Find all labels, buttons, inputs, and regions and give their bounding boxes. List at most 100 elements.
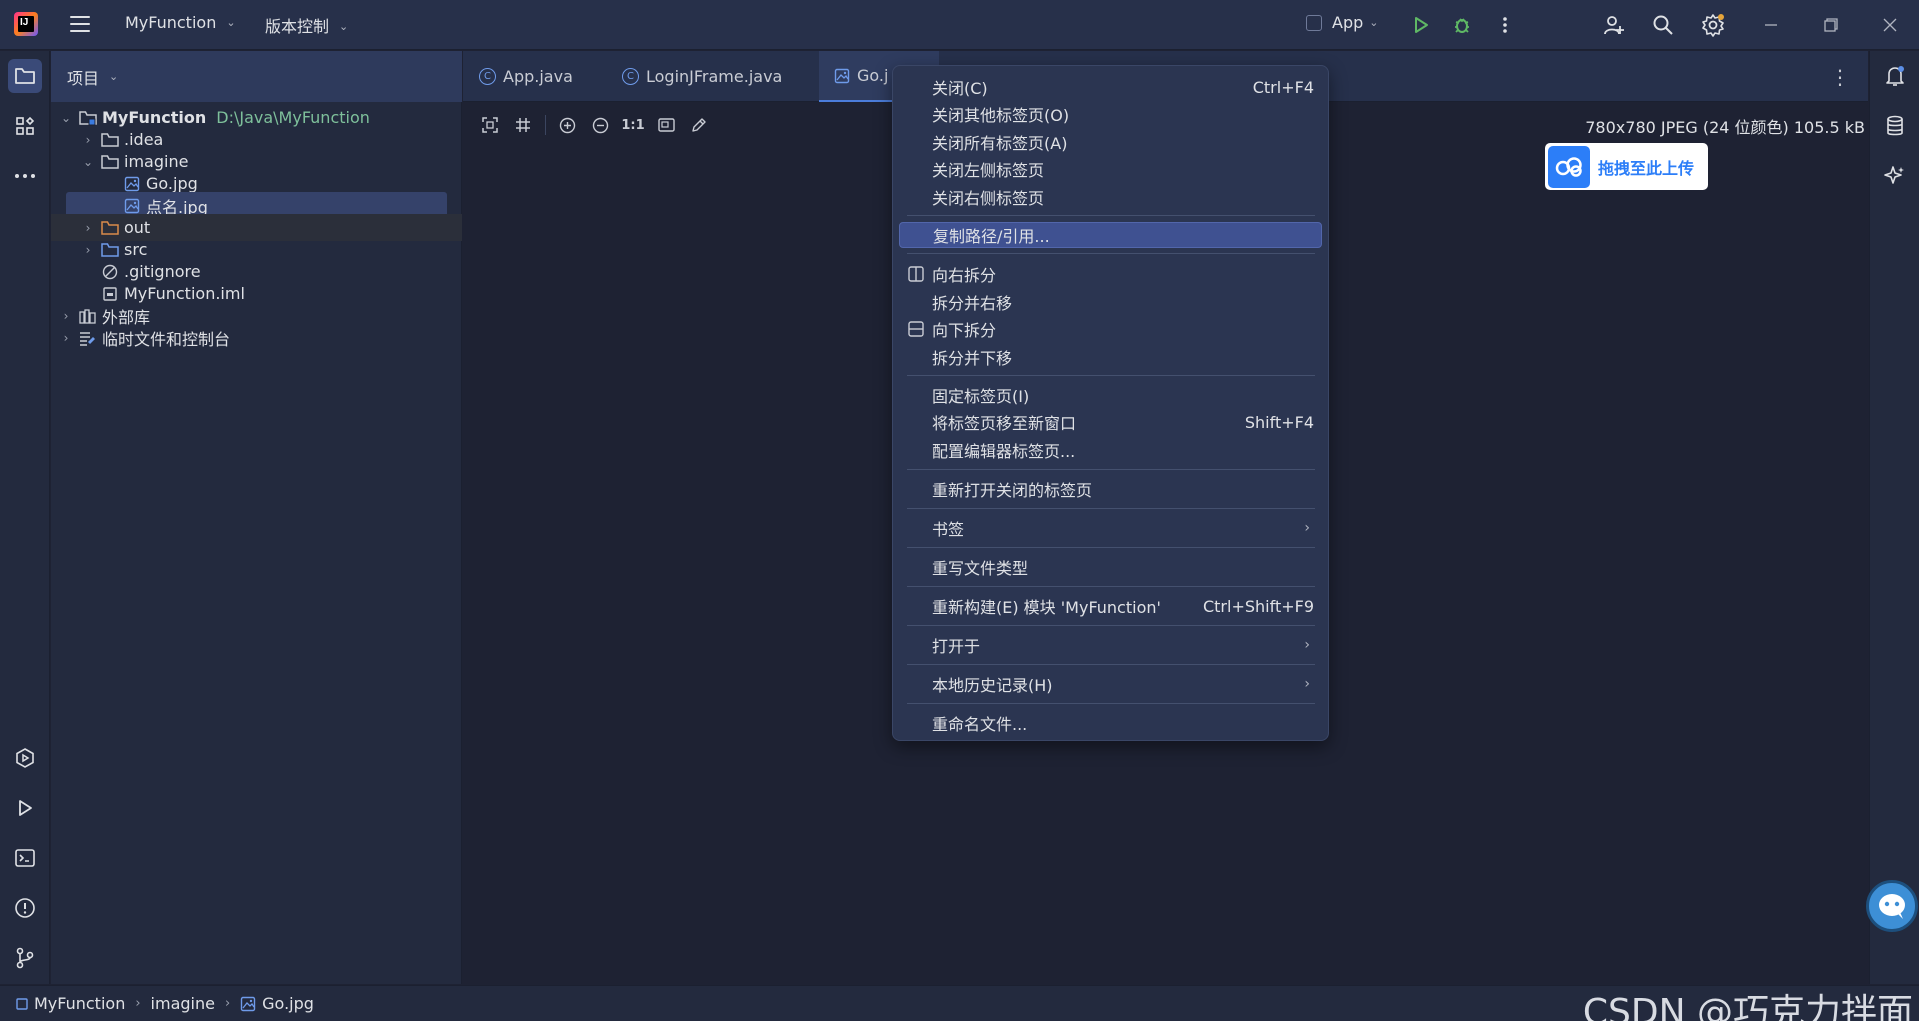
menu-item-split-and-move-down[interactable]: 拆分并下移 xyxy=(899,344,1322,370)
menu-item-move-to-new-window[interactable]: 将标签页移至新窗口 Shift+F4 xyxy=(899,409,1322,435)
project-menu[interactable]: MyFunction ⌄ xyxy=(125,13,236,32)
actual-size-button[interactable]: 1:1 xyxy=(620,113,646,137)
more-actions-button[interactable] xyxy=(1492,12,1518,38)
menu-item-label: 关闭其他标签页(O) xyxy=(932,106,1070,125)
tab-app-java[interactable]: C App.java xyxy=(479,51,573,102)
upload-button-label: 拖拽至此上传 xyxy=(1598,158,1695,178)
chevron-down-icon: ⌄ xyxy=(226,16,236,29)
tree-node-scratches[interactable]: › 临时文件和控制台 xyxy=(51,324,462,351)
intellij-logo-icon[interactable]: IJ xyxy=(14,12,38,36)
more-horizontal-icon xyxy=(15,174,35,178)
chevron-down-icon: ⌄ xyxy=(339,20,349,33)
folder-icon xyxy=(101,132,119,148)
collapsed-arrow-icon[interactable]: › xyxy=(81,243,95,257)
menu-item-split-down[interactable]: 向下拆分 xyxy=(899,316,1322,342)
menu-item-pin-tab[interactable]: 固定标签页(I) xyxy=(899,382,1322,408)
project-panel: 项目 ⌄ ⌄ MyFunction D:\Java\MyFunction › .… xyxy=(51,51,462,984)
menu-item-reopen-closed-tab[interactable]: 重新打开关闭的标签页 xyxy=(899,476,1322,502)
menu-item-close-left[interactable]: 关闭左侧标签页 xyxy=(899,156,1322,182)
tab-more-icon[interactable]: ⋮ xyxy=(1830,65,1850,89)
collapsed-arrow-icon[interactable]: › xyxy=(59,309,73,323)
menu-item-label: 关闭(C) xyxy=(932,79,988,98)
background-icon[interactable] xyxy=(653,113,679,137)
collapsed-arrow-icon[interactable]: › xyxy=(81,221,95,235)
menu-item-label: 重写文件类型 xyxy=(932,559,1029,578)
tree-label: Go.jpg xyxy=(146,174,198,193)
menu-item-close-all[interactable]: 关闭所有标签页(A) xyxy=(899,129,1322,155)
menu-item-bookmarks[interactable]: 书签 › xyxy=(899,515,1322,541)
breadcrumb-myfunction[interactable]: MyFunction xyxy=(16,994,125,1013)
gear-icon xyxy=(1702,14,1724,37)
run-icon xyxy=(1415,17,1428,33)
search-button[interactable] xyxy=(1650,12,1676,38)
tab-loginjframe-java[interactable]: C LoginJFrame.java xyxy=(622,51,782,102)
menu-separator xyxy=(907,703,1315,704)
zoom-in-icon[interactable] xyxy=(554,113,580,137)
settings-button[interactable] xyxy=(1700,12,1726,38)
menu-item-shortcut: Ctrl+Shift+F9 xyxy=(1202,596,1314,616)
image-file-icon xyxy=(240,996,256,1011)
zoom-out-icon[interactable] xyxy=(587,113,613,137)
menu-item-close[interactable]: 关闭(C) Ctrl+F4 xyxy=(899,74,1322,100)
menu-item-label: 重命名文件... xyxy=(932,715,1028,734)
restore-button[interactable] xyxy=(1818,12,1844,38)
breadcrumb-imagine[interactable]: imagine xyxy=(151,994,215,1013)
menu-item-override-file-type[interactable]: 重写文件类型 xyxy=(899,554,1322,580)
main-menu-icon[interactable] xyxy=(70,16,90,32)
add-user-button[interactable] xyxy=(1601,12,1627,38)
upload-drop-button[interactable]: 拖拽至此上传 xyxy=(1545,143,1708,190)
image-file-icon xyxy=(833,68,851,84)
notifications-tool-button[interactable] xyxy=(1878,59,1912,93)
color-picker-icon[interactable] xyxy=(686,113,712,137)
run-tool-button[interactable] xyxy=(8,791,42,825)
problems-tool-button[interactable] xyxy=(8,891,42,925)
git-tool-button[interactable] xyxy=(8,941,42,975)
more-tools-button[interactable] xyxy=(8,159,42,193)
database-tool-button[interactable] xyxy=(1878,109,1912,143)
close-window-button[interactable] xyxy=(1877,12,1903,38)
collapsed-arrow-icon[interactable]: › xyxy=(59,331,73,345)
tree-label: imagine xyxy=(124,152,189,171)
minimize-button[interactable] xyxy=(1758,12,1784,38)
ai-assistant-tool-button[interactable] xyxy=(1878,159,1912,193)
services-tool-button[interactable] xyxy=(8,741,42,775)
menu-item-close-right[interactable]: 关闭右侧标签页 xyxy=(899,184,1322,210)
structure-tool-button[interactable] xyxy=(8,109,42,143)
terminal-tool-button[interactable] xyxy=(8,841,42,875)
menu-item-label: 重新打开关闭的标签页 xyxy=(932,481,1093,500)
debug-button[interactable] xyxy=(1449,12,1475,38)
image-toolbar: 1:1 xyxy=(477,113,719,137)
menu-item-rebuild-module[interactable]: 重新构建(E) 模块 'MyFunction' Ctrl+Shift+F9 xyxy=(899,593,1322,619)
menu-item-split-and-move-right[interactable]: 拆分并右移 xyxy=(899,289,1322,315)
menu-item-label: 固定标签页(I) xyxy=(932,387,1030,406)
menu-item-copy-path[interactable]: 复制路径/引用... xyxy=(899,222,1322,248)
split-horizontal-icon xyxy=(908,321,924,337)
vcs-menu[interactable]: 版本控制 ⌄ xyxy=(265,13,348,37)
run-configuration-selector[interactable]: App ⌄ xyxy=(1306,13,1378,32)
project-view-selector[interactable]: 项目 ⌄ xyxy=(51,51,462,102)
menu-item-local-history[interactable]: 本地历史记录(H) › xyxy=(899,671,1322,697)
run-button[interactable] xyxy=(1408,12,1434,38)
breadcrumb-go-jpg[interactable]: Go.jpg xyxy=(240,994,314,1013)
menu-item-close-others[interactable]: 关闭其他标签页(O) xyxy=(899,101,1322,127)
terminal-icon xyxy=(15,849,35,867)
project-menu-label: MyFunction xyxy=(125,13,217,32)
submenu-arrow-icon: › xyxy=(1304,637,1310,653)
menu-item-rename-file[interactable]: 重命名文件... xyxy=(899,710,1322,736)
menu-item-open-in[interactable]: 打开于 › xyxy=(899,632,1322,658)
fit-zoom-icon[interactable] xyxy=(477,113,503,137)
chat-assistant-icon[interactable] xyxy=(1866,880,1918,932)
run-icon xyxy=(19,800,32,816)
expanded-arrow-icon[interactable]: ⌄ xyxy=(81,155,95,169)
collapsed-arrow-icon[interactable]: › xyxy=(81,133,95,147)
project-tool-button[interactable] xyxy=(8,59,42,93)
grid-icon[interactable] xyxy=(510,113,536,137)
menu-item-label: 关闭所有标签页(A) xyxy=(932,134,1068,153)
menu-separator xyxy=(907,547,1315,548)
module-icon xyxy=(16,997,28,1010)
menu-item-split-right[interactable]: 向右拆分 xyxy=(899,261,1322,287)
expanded-arrow-icon[interactable]: ⌄ xyxy=(59,111,73,125)
search-icon xyxy=(1653,15,1673,35)
tab-context-menu: 关闭(C) Ctrl+F4 关闭其他标签页(O) 关闭所有标签页(A) 关闭左侧… xyxy=(892,65,1329,741)
menu-item-configure-tabs[interactable]: 配置编辑器标签页... xyxy=(899,437,1322,463)
